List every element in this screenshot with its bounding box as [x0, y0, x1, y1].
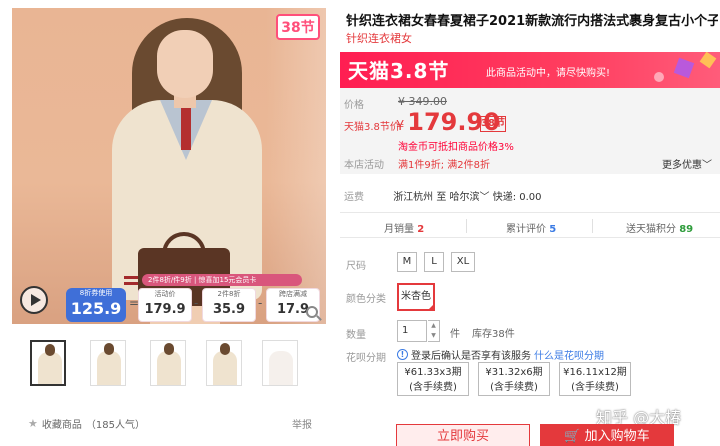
- stat-label: 月销量: [384, 224, 414, 235]
- huabei-label: 花呗分期: [346, 353, 386, 364]
- add-to-cart-button[interactable]: 🛒 加入购物车: [540, 424, 674, 446]
- promo-banner: 天猫3.8节 此商品活动中，请尽快购买!: [340, 52, 720, 88]
- banner-discount: 2件8折 35.9: [202, 288, 256, 322]
- quantity-input[interactable]: 1: [397, 320, 427, 342]
- collect-product[interactable]: ★ 收藏商品 （185人气）: [28, 416, 145, 431]
- installment-amount: ¥61.33x3期: [404, 367, 462, 378]
- huabei-login-note[interactable]: 登录后确认是否享有该服务: [411, 347, 531, 362]
- banner-event-value: 179.9: [144, 302, 186, 317]
- stat-value: 89: [679, 224, 694, 235]
- more-offers-link[interactable]: 更多优惠﹀: [662, 156, 712, 171]
- decor-shape: [654, 72, 664, 82]
- play-video-icon[interactable]: [20, 286, 48, 314]
- huabei-note: ! 登录后确认是否享有该服务 什么是花呗分期: [397, 347, 604, 362]
- installment-amount: ¥16.11x12期: [563, 367, 627, 378]
- stat-reviews[interactable]: 累计评价 5: [506, 220, 556, 235]
- event-text: 满1件9折; 满2件8折: [398, 160, 490, 171]
- installment-fee: (含手续费): [571, 382, 619, 393]
- stat-label: 送天猫积分: [626, 224, 676, 235]
- banner-event-label: 活动价: [154, 290, 176, 298]
- banner-event-price: 活动价 179.9: [138, 288, 192, 322]
- stat-points: 送天猫积分 89: [626, 220, 693, 235]
- size-option-l[interactable]: L: [424, 252, 444, 272]
- divider: [592, 219, 593, 233]
- quantity-stepper[interactable]: ▲ ▼: [428, 320, 440, 342]
- decor-shape: [699, 52, 717, 69]
- price-banner: 2件8折/件9折 | 惊喜加15元会员卡 8折券使用 125.9 = 活动价 1…: [66, 274, 322, 322]
- sale-price-label: 天猫3.8节价: [344, 122, 400, 133]
- add-to-cart-label: 加入购物车: [584, 429, 650, 444]
- color-option[interactable]: 米杏色: [397, 283, 435, 311]
- installment-amount: ¥31.32x6期: [485, 367, 543, 378]
- installment-fee: (含手续费): [409, 382, 457, 393]
- decrease-icon[interactable]: ▼: [428, 331, 439, 341]
- size-label: 尺码: [346, 261, 366, 272]
- dress-tie: [181, 108, 191, 150]
- star-icon: ★: [28, 417, 38, 430]
- increase-icon[interactable]: ▲: [428, 321, 439, 331]
- decor-shape: [673, 57, 695, 79]
- banner-final-label: 8折券使用: [79, 289, 113, 297]
- installment-option[interactable]: ¥31.32x6期 (含手续费): [478, 362, 550, 396]
- banner-topline: 2件8折/件9折 | 惊喜加15元会员卡: [142, 274, 302, 286]
- orig-price-label: 价格: [344, 100, 364, 111]
- festival-badge: 38节: [276, 14, 320, 40]
- cart-icon: 🛒: [564, 429, 581, 444]
- price-block: 价格 ¥ 349.00 天猫3.8节价 ¥179.90 38节 淘金币可抵扣商品…: [340, 88, 720, 174]
- thumbnail[interactable]: [30, 340, 66, 386]
- main-product-image[interactable]: 38节 2件8折/件9折 | 惊喜加15元会员卡 8折券使用 125.9 = 活…: [12, 8, 326, 324]
- thumbnail[interactable]: [90, 340, 126, 386]
- buy-now-button[interactable]: 立即购买: [396, 424, 530, 446]
- festival-tag: 38节: [480, 116, 506, 132]
- installment-option[interactable]: ¥16.11x12期 (含手续费): [559, 362, 631, 396]
- size-option-xl[interactable]: XL: [451, 252, 475, 272]
- color-label: 颜色分类: [346, 294, 386, 305]
- collect-count: （185人气）: [85, 420, 145, 431]
- stat-value: 2: [417, 224, 425, 235]
- stat-value: 5: [549, 224, 557, 235]
- orig-price: ¥ 349.00: [398, 95, 447, 108]
- collect-label: 收藏商品: [41, 420, 82, 431]
- banner-minus: -: [258, 296, 263, 310]
- banner-discount-label: 2件8折: [217, 290, 241, 298]
- quantity-unit: 件: [450, 329, 460, 340]
- shipping-row: 运费 浙江杭州 至 哈尔滨﹀ 快递: 0.00: [344, 188, 542, 203]
- model-face: [157, 30, 213, 98]
- installment-fee: (含手续费): [490, 382, 538, 393]
- quantity-label: 数量: [346, 330, 366, 341]
- stock-count: 库存38件: [472, 329, 515, 340]
- thumbnail[interactable]: [262, 340, 298, 386]
- installment-option[interactable]: ¥61.33x3期 (含手续费): [397, 362, 469, 396]
- stats-bar: 月销量 2 累计评价 5 送天猫积分 89: [340, 212, 720, 238]
- banner-discount-value: 35.9: [212, 302, 246, 317]
- shipping-text[interactable]: 浙江杭州 至 哈尔滨﹀ 快递: 0.00: [393, 192, 541, 203]
- coin-note: 淘金币可抵扣商品价格3%: [398, 142, 514, 153]
- event-label: 本店活动: [344, 160, 384, 171]
- promo-message: 此商品活动中，请尽快购买!: [486, 68, 611, 79]
- zoom-icon[interactable]: [306, 306, 318, 318]
- stat-label: 累计评价: [506, 224, 546, 235]
- stat-monthly-sales: 月销量 2: [384, 220, 424, 235]
- size-option-m[interactable]: M: [397, 252, 417, 272]
- shipping-label: 运费: [344, 192, 364, 203]
- report-link[interactable]: 举报: [292, 416, 312, 431]
- thumbnail[interactable]: [150, 340, 186, 386]
- banner-final-value: 125.9: [70, 299, 122, 318]
- banner-final-price: 8折券使用 125.9: [66, 288, 126, 322]
- banner-cross-store-label: 跨店满减: [279, 290, 307, 298]
- currency-symbol: ¥: [396, 119, 405, 134]
- product-subtitle: 针织连衣裙女: [346, 32, 412, 45]
- divider: [466, 219, 467, 233]
- huabei-help-link[interactable]: 什么是花呗分期: [534, 347, 604, 362]
- promo-brand: 天猫3.8节: [348, 59, 450, 83]
- product-title: 针织连衣裙女春春夏裙子2021新款流行内搭法式裹身复古小个子连衣: [346, 14, 718, 29]
- thumbnail-strip: [30, 340, 300, 386]
- info-icon: !: [397, 349, 408, 360]
- thumbnail[interactable]: [206, 340, 242, 386]
- banner-minus: -: [194, 296, 199, 310]
